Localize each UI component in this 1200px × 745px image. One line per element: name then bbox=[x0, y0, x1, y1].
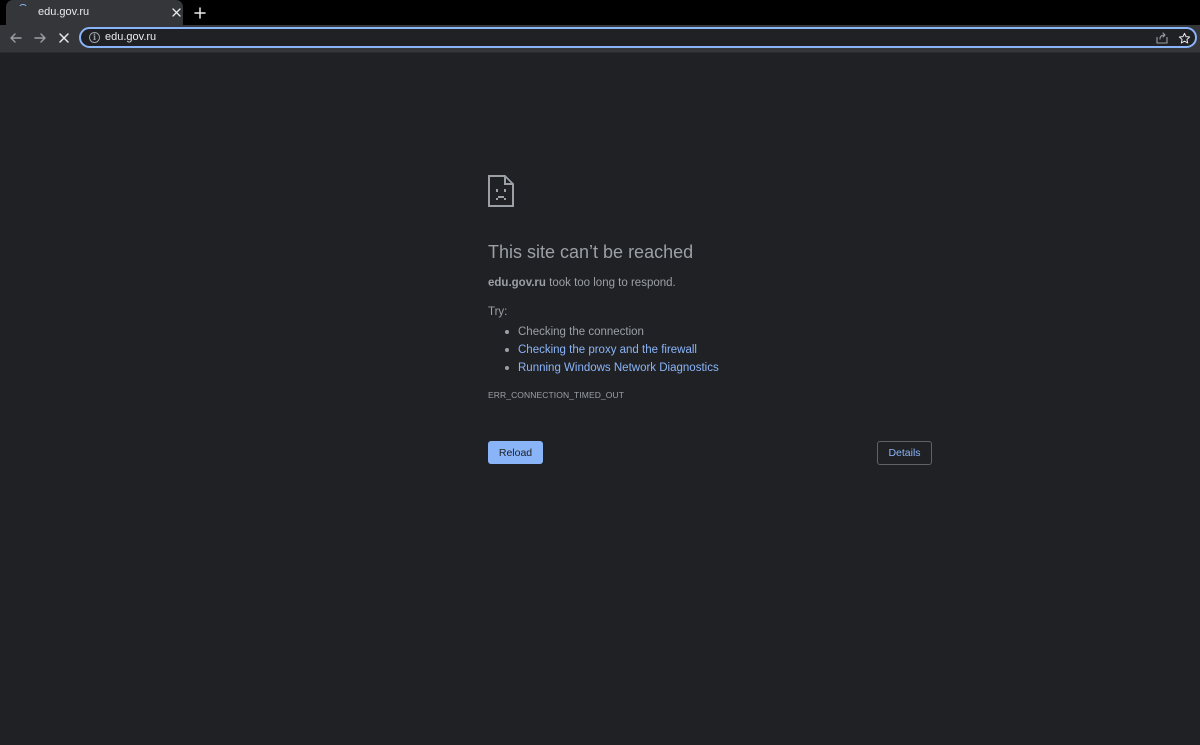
close-icon[interactable] bbox=[170, 6, 182, 18]
browser-window: edu.gov.ru i edu.gov.ru This site can’t … bbox=[0, 0, 1200, 745]
error-host: edu.gov.ru bbox=[488, 277, 546, 289]
sad-document-icon bbox=[488, 175, 514, 207]
suggestion-check-proxy-link[interactable]: Checking the proxy and the firewall bbox=[488, 341, 719, 359]
star-icon[interactable] bbox=[1177, 31, 1191, 45]
bullet-icon bbox=[505, 366, 509, 370]
error-code: ERR_CONNECTION_TIMED_OUT bbox=[488, 390, 625, 400]
suggestion-label[interactable]: Checking the proxy and the firewall bbox=[518, 344, 697, 356]
suggestions-list: Checking the connection Checking the pro… bbox=[488, 323, 719, 377]
page-title: This site can’t be reached bbox=[488, 242, 694, 262]
details-button[interactable]: Details bbox=[877, 441, 932, 465]
tab-strip: edu.gov.ru bbox=[0, 0, 1200, 25]
stop-loading-button[interactable] bbox=[56, 30, 72, 46]
tab-edu-gov-ru[interactable]: edu.gov.ru bbox=[6, 0, 183, 25]
arrow-left-icon[interactable] bbox=[8, 30, 24, 46]
reload-button[interactable]: Reload bbox=[488, 441, 543, 464]
suggestion-check-connection: Checking the connection bbox=[488, 323, 719, 341]
bullet-icon bbox=[505, 348, 509, 352]
loading-spinner-icon bbox=[18, 4, 28, 14]
address-bar[interactable]: i edu.gov.ru bbox=[79, 27, 1197, 48]
share-icon[interactable] bbox=[1155, 31, 1169, 45]
plus-icon[interactable] bbox=[192, 5, 208, 21]
toolbar: i edu.gov.ru bbox=[0, 25, 1200, 53]
suggestion-network-diagnostics-link[interactable]: Running Windows Network Diagnostics bbox=[488, 359, 719, 377]
url-text[interactable]: edu.gov.ru bbox=[105, 31, 156, 43]
bullet-icon bbox=[505, 330, 509, 334]
info-icon[interactable]: i bbox=[89, 32, 100, 43]
arrow-right-icon[interactable] bbox=[32, 30, 48, 46]
error-summary: edu.gov.ru took too long to respond. bbox=[488, 277, 676, 289]
tab-title: edu.gov.ru bbox=[38, 6, 90, 18]
close-icon bbox=[59, 33, 69, 43]
suggestion-label: Checking the connection bbox=[518, 326, 644, 338]
suggestion-label[interactable]: Running Windows Network Diagnostics bbox=[518, 362, 719, 374]
error-summary-text: took too long to respond. bbox=[545, 277, 676, 289]
try-label: Try: bbox=[488, 306, 508, 318]
